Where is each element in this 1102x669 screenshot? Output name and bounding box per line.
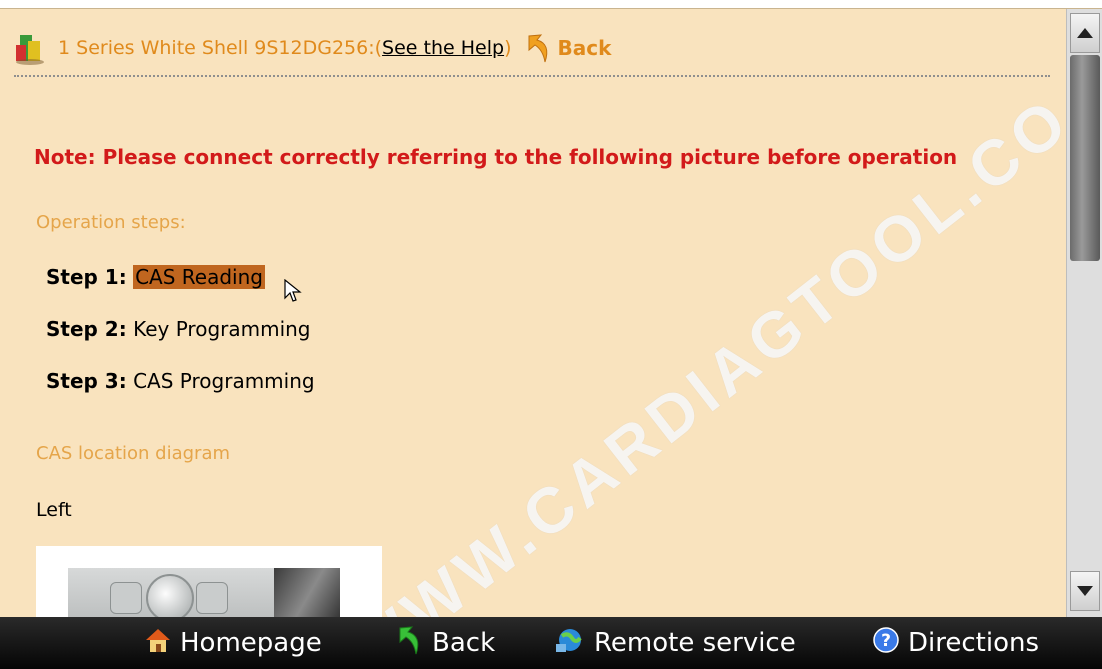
remote-service-icon <box>554 626 594 661</box>
bottom-toolbar: Homepage Back Remote service ? Direction… <box>0 617 1102 669</box>
homepage-button[interactable]: Homepage <box>144 617 322 669</box>
step-1-prefix: Step 1: <box>46 265 127 289</box>
remote-service-button[interactable]: Remote service <box>554 617 796 669</box>
vertical-scrollbar[interactable] <box>1066 9 1102 617</box>
scroll-up-button[interactable] <box>1070 13 1100 53</box>
help-close-paren: ) <box>504 37 512 59</box>
app-logo-icon <box>14 31 54 65</box>
help-icon: ? <box>872 626 908 661</box>
header-back-label: Back <box>557 36 612 60</box>
remote-service-label: Remote service <box>594 628 796 658</box>
cas-location-label: CAS location diagram <box>36 443 231 464</box>
scroll-thumb[interactable] <box>1070 55 1100 261</box>
step-3[interactable]: Step 3: CAS Programming <box>46 369 315 393</box>
header-back-button[interactable]: Back <box>525 32 611 64</box>
divider <box>14 75 1050 77</box>
title-text: 1 Series White Shell 9S12DG256: <box>58 37 375 59</box>
photo-knob <box>146 574 194 617</box>
app-window: 1 Series White Shell 9S12DG256:(See the … <box>0 8 1102 669</box>
help-open-paren: ( <box>374 37 383 59</box>
operation-steps-label: Operation steps: <box>36 212 186 233</box>
photo-button-right <box>196 582 228 614</box>
homepage-label: Homepage <box>180 628 322 658</box>
green-back-icon <box>396 624 432 663</box>
left-label: Left <box>36 499 72 521</box>
back-arrow-icon <box>525 32 553 64</box>
step-1-link[interactable]: CAS Reading <box>133 265 265 289</box>
step-3-prefix: Step 3: <box>46 369 127 393</box>
bottom-back-button[interactable]: Back <box>396 617 495 669</box>
step-2[interactable]: Step 2: Key Programming <box>46 317 311 341</box>
scroll-down-icon <box>1076 582 1094 601</box>
title-bar: 1 Series White Shell 9S12DG256:(See the … <box>14 31 611 65</box>
content-area: 1 Series White Shell 9S12DG256:(See the … <box>0 9 1066 617</box>
svg-text:?: ? <box>881 631 891 651</box>
photo-button-left <box>110 582 142 614</box>
cas-location-photo <box>36 546 382 617</box>
see-help-link[interactable]: See the Help <box>382 37 504 59</box>
photo-dark-area <box>274 568 340 617</box>
scroll-up-icon <box>1076 24 1094 43</box>
cursor-icon <box>284 278 304 308</box>
step-2-link[interactable]: Key Programming <box>133 317 310 341</box>
scroll-down-button[interactable] <box>1070 571 1100 611</box>
note-text: Note: Please connect correctly referring… <box>34 145 958 169</box>
step-3-link[interactable]: CAS Programming <box>133 369 315 393</box>
directions-label: Directions <box>908 628 1040 658</box>
step-1[interactable]: Step 1: CAS Reading <box>46 265 302 302</box>
step-2-prefix: Step 2: <box>46 317 127 341</box>
bottom-back-label: Back <box>432 628 496 658</box>
home-icon <box>144 626 180 661</box>
watermark: WWW.CARDIAGTOOL.CO.UK <box>336 9 1066 617</box>
directions-button[interactable]: ? Directions <box>872 617 1039 669</box>
